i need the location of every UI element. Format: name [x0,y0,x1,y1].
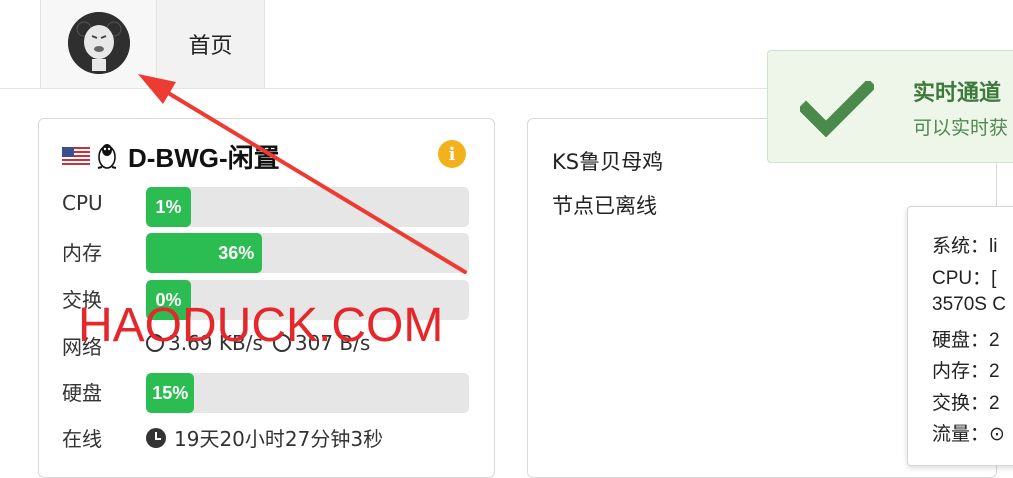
popover-line: 交换：2 [932,393,1000,414]
popover-line: 内存：2 [932,361,1000,382]
memory-bar-fill: 36% [146,233,263,273]
cpu-bar: 1% [146,187,469,227]
server-name: D-BWG-闲置 [128,142,280,173]
memory-label: 内存 [62,241,102,265]
memory-bar: 36% [146,233,469,273]
toast-title: 实时通道 [913,81,1002,106]
memory-value: 36% [218,242,255,263]
avatar-tab[interactable] [40,0,157,88]
disk-value: 15% [152,382,189,403]
disk-bar: 15% [146,373,469,413]
toast-message: 可以实时获 [913,117,1009,139]
watermark: HAODUCK.COM [78,299,444,352]
server-title: D-BWG-闲置 [62,139,280,173]
offline-status: 节点已离线 [552,194,657,218]
linux-penguin-icon [97,144,117,169]
disk-bar-fill: 15% [146,373,195,413]
server-detail-popover: 系统：li CPU：[ 3570S C 硬盘：2 内存：2 交换：2 流量：⊙ [907,206,1013,466]
offline-server-name: KS鲁贝母鸡 [552,150,664,174]
checkmark-icon [800,81,874,137]
info-icon[interactable]: i [438,140,466,168]
uptime-value: 19天20小时27分钟3秒 [174,427,384,451]
popover-line: CPU：[ [932,268,997,289]
tab-home[interactable]: 首页 [157,0,265,88]
meme-face-icon [68,12,130,74]
avatar[interactable] [68,12,130,74]
cpu-value: 1% [155,196,182,217]
disk-label: 硬盘 [62,381,102,405]
popover-line: 系统：li [932,236,998,257]
uptime-label: 在线 [62,427,102,451]
cpu-label: CPU [62,191,103,215]
cpu-bar-fill: 1% [146,187,191,227]
popover-line: 流量：⊙ [932,424,1005,445]
clock-icon [146,427,166,448]
popover-line: 3570S C [932,294,1006,315]
success-toast[interactable]: 实时通道 可以实时获 [767,50,1013,163]
uptime: 19天20小时27分钟3秒 [146,423,383,452]
us-flag-icon [62,147,90,165]
popover-line: 硬盘：2 [932,330,1000,351]
